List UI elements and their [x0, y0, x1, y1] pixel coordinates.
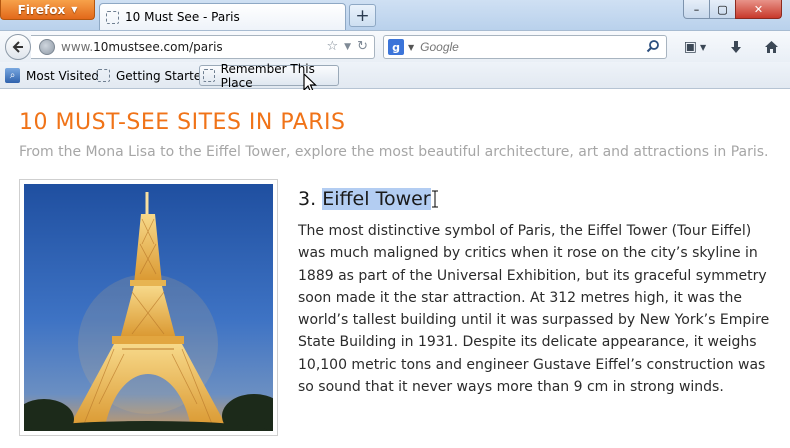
new-tab-button[interactable]: + [349, 4, 376, 27]
bookmark-most-visited[interactable]: ⌕ Most Visited [2, 65, 102, 86]
bookmark-label: Getting Started [116, 68, 209, 83]
firefox-menu-label: Firefox [17, 2, 66, 17]
search-input[interactable]: Google [420, 40, 459, 54]
chevron-down-icon: ▼ [700, 42, 707, 52]
most-visited-icon: ⌕ [5, 68, 20, 83]
bookmarks-toolbar: ⌕ Most Visited Getting Started Remember … [0, 62, 790, 90]
entry-description: The most distinctive symbol of Paris, th… [298, 223, 770, 396]
download-icon [731, 41, 741, 53]
tab-title: 10 Must See - Paris [125, 10, 240, 24]
minimize-icon: – [693, 2, 700, 16]
back-arrow-icon [12, 41, 23, 53]
search-bar[interactable]: g ▼ Google [383, 35, 667, 59]
bookmarks-menu-button[interactable]: ▣ ▼ [678, 36, 712, 58]
tab-10-must-see-paris[interactable]: 10 Must See - Paris [99, 3, 346, 30]
firefox-menu-button[interactable]: Firefox ▼ [0, 0, 95, 20]
address-bar[interactable]: www. 10mustsee.com/paris ☆ ▼ ↻ [31, 35, 375, 59]
maximize-icon: ▢ [717, 2, 728, 16]
entry-number: 3. [298, 188, 317, 210]
close-window-button[interactable]: ✕ [735, 0, 782, 19]
text-cursor-icon [431, 190, 438, 208]
downloads-button[interactable] [725, 36, 747, 58]
minimize-button[interactable]: – [683, 0, 710, 19]
maximize-button[interactable]: ▢ [709, 0, 736, 19]
bookmark-favicon-icon [203, 69, 215, 82]
entry-name-selected[interactable]: Eiffel Tower [322, 188, 431, 210]
bookmark-remember-this-place[interactable]: Remember This Place [199, 62, 339, 90]
eiffel-tower-photo [19, 179, 278, 436]
google-engine-icon[interactable]: g [388, 39, 404, 55]
navigation-toolbar: www. 10mustsee.com/paris ☆ ▼ ↻ g ▼ Googl… [0, 30, 790, 62]
magnifier-icon[interactable] [646, 39, 660, 57]
bookmark-label: Most Visited [26, 68, 100, 83]
page-title: 10 MUST-SEE SITES IN PARIS [19, 110, 346, 135]
page-favicon-icon [106, 10, 119, 24]
chevron-down-icon: ▼ [71, 5, 78, 14]
bookmark-label: Remember This Place [220, 61, 315, 90]
bookmark-getting-started[interactable]: Getting Started [94, 65, 212, 86]
bookmark-favicon-icon [97, 69, 110, 82]
title-bar: Firefox ▼ 10 Must See - Paris + – ▢ ✕ [0, 0, 790, 30]
home-button[interactable] [760, 36, 782, 58]
reload-icon[interactable]: ↻ [357, 39, 368, 54]
back-button[interactable] [5, 34, 31, 60]
home-icon [764, 41, 778, 53]
globe-icon[interactable] [39, 39, 55, 55]
engine-dropdown-icon[interactable]: ▼ [408, 43, 414, 52]
star-icon[interactable]: ☆ [327, 39, 339, 54]
close-icon: ✕ [753, 2, 764, 16]
plus-icon: + [355, 5, 370, 26]
page-content: 10 MUST-SEE SITES IN PARIS From the Mona… [0, 90, 790, 448]
url-prefix: www. [61, 40, 94, 54]
dropdown-icon[interactable]: ▼ [344, 39, 351, 54]
url-domain: 10mustsee.com/paris [93, 40, 223, 54]
entry-heading: 3. Eiffel Tower [298, 188, 438, 210]
bookmarks-menu-icon: ▣ [683, 39, 698, 55]
page-subtitle: From the Mona Lisa to the Eiffel Tower, … [19, 144, 769, 160]
